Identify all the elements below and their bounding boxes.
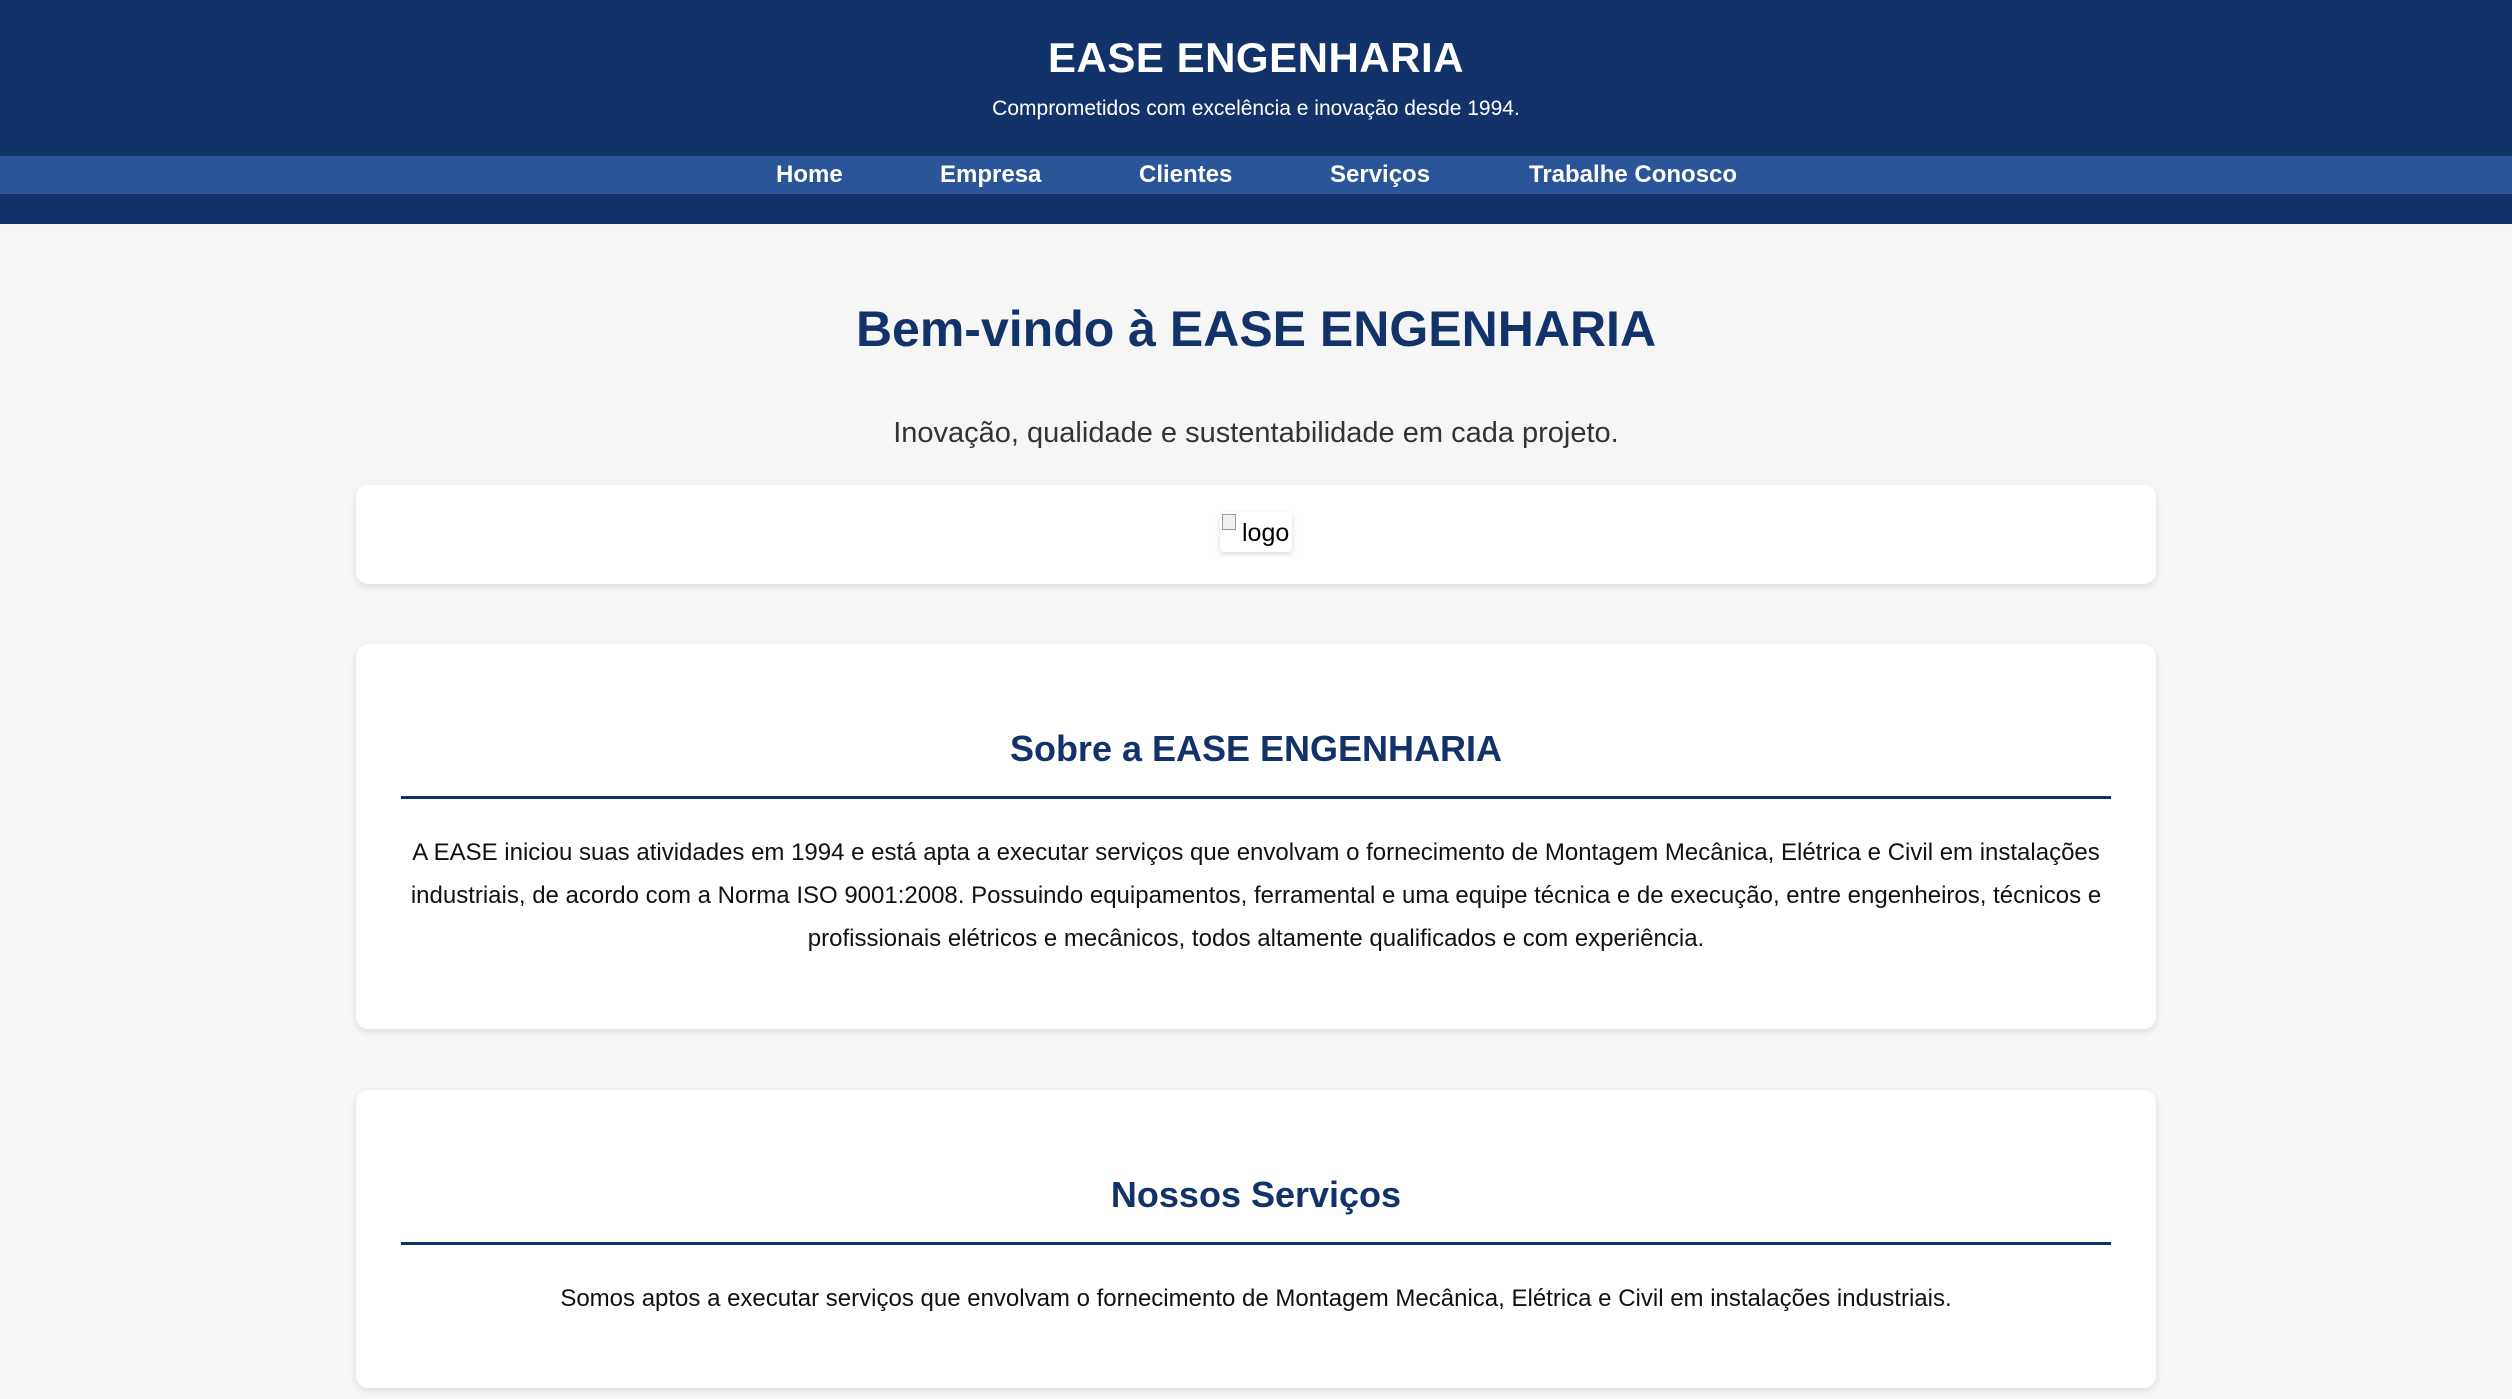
about-section: Sobre a EASE ENGENHARIA A EASE iniciou s… [356,644,2156,1029]
nav-item-home[interactable]: Home [776,156,843,194]
about-text: A EASE iniciou suas atividades em 1994 e… [410,839,2102,952]
nav-item-trabalhe-conosco[interactable]: Trabalhe Conosco [1529,156,1737,194]
site-title: EASE ENGENHARIA [1048,34,1464,81]
site-header: EASE ENGENHARIA Comprometidos com excelê… [0,0,2512,224]
about-title: Sobre a EASE ENGENHARIA [1009,728,1503,769]
services-text: Somos aptos a executar serviços que envo… [560,1285,1952,1312]
hero-subtitle: Inovação, qualidade e sustentabilidade e… [893,417,1619,449]
services-divider [401,1242,2111,1245]
hero-title: Bem-vindo à EASE ENGENHARIA [855,301,1657,357]
nav-item-servicos[interactable]: Serviços [1330,156,1430,194]
services-section: Nossos Serviços Somos aptos a executar s… [356,1090,2156,1388]
broken-image-icon [1222,514,1236,530]
about-divider [401,796,2111,799]
logo-alt-text: logo [1242,519,1290,547]
nav-item-empresa[interactable]: Empresa [940,156,1041,194]
nav-item-clientes[interactable]: Clientes [1139,156,1232,194]
main-nav: Home Empresa Clientes Serviços Trabalhe … [0,156,2512,194]
services-title: Nossos Serviços [1110,1174,1402,1215]
logo-image: logo [1220,512,1292,552]
logo-card: logo [356,485,2156,584]
site-tagline: Comprometidos com excelência e inovação … [992,97,1520,120]
